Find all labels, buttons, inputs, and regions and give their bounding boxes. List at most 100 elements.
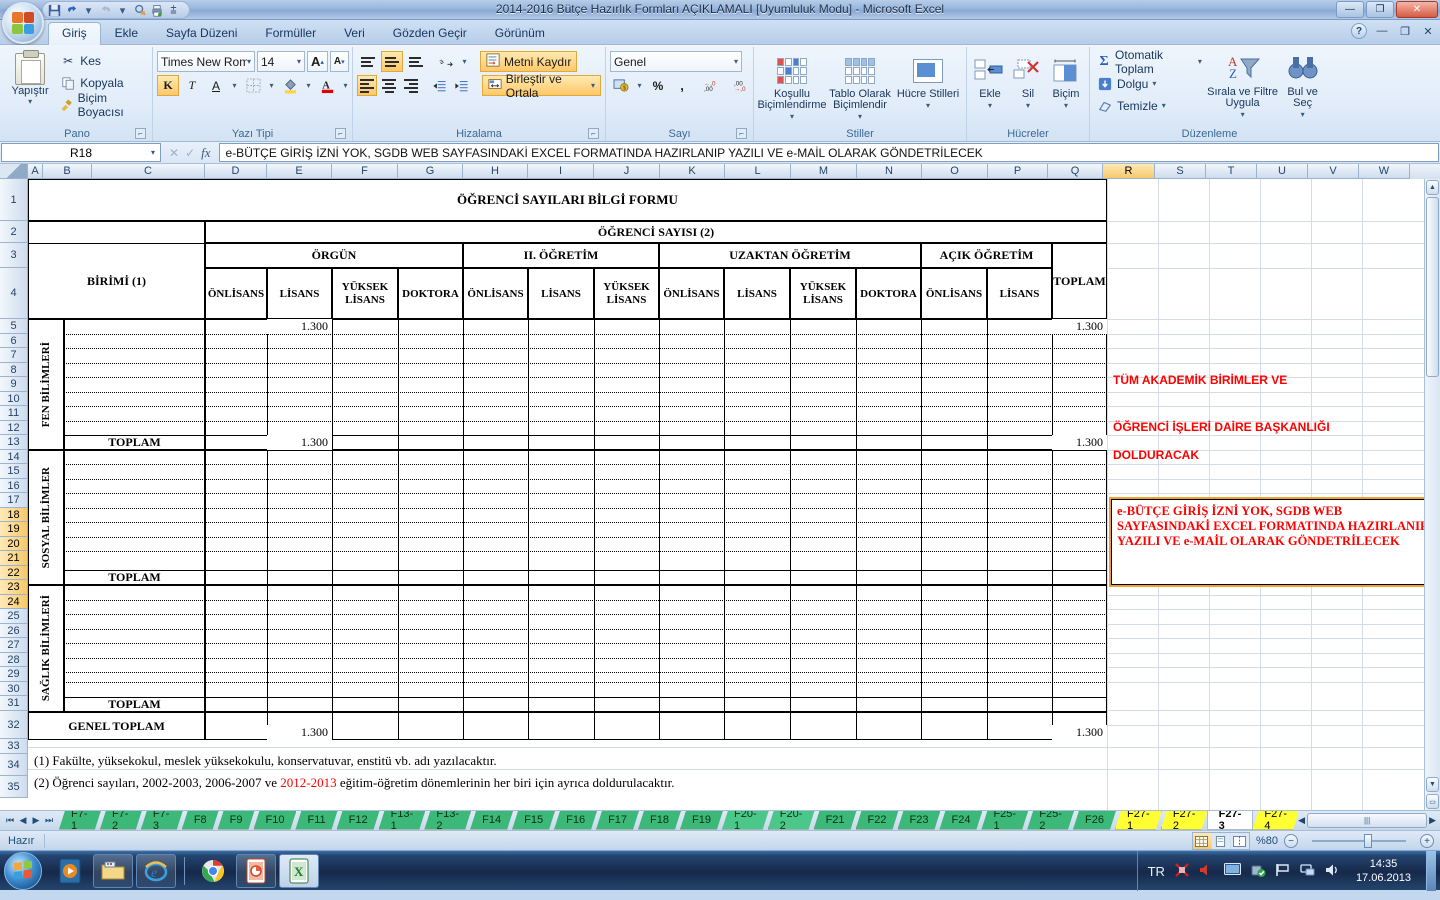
horizontal-scroll-thumb[interactable]: ||| bbox=[1307, 813, 1428, 828]
scroll-down-icon[interactable]: ▼ bbox=[1426, 777, 1439, 792]
page-break-preview-icon[interactable] bbox=[1230, 833, 1249, 849]
row-header-8[interactable]: 8 bbox=[0, 363, 28, 377]
sheet-tabs[interactable]: F7-1 F7-2 F7-3 F8 F9 F10 F11 F12 F13-1 F… bbox=[59, 810, 1298, 831]
vertical-scroll-thumb[interactable] bbox=[1426, 197, 1439, 377]
column-header-N[interactable]: N bbox=[857, 164, 922, 179]
close-button[interactable]: ✕ bbox=[1396, 1, 1438, 18]
excel-icon[interactable]: X bbox=[279, 853, 319, 888]
sheet-tab-f27-4[interactable]: F27-4 bbox=[1252, 811, 1298, 830]
column-header-R[interactable]: R bbox=[1103, 164, 1155, 179]
underline-chevron-down-icon[interactable]: ▾ bbox=[229, 75, 240, 96]
row-header-27[interactable]: 27 bbox=[0, 638, 28, 653]
ribbon-tabs[interactable]: Giriş Ekle Sayfa Düzeni Formüller Veri G… bbox=[48, 20, 559, 45]
security-icon[interactable] bbox=[1250, 862, 1266, 881]
sheet-tab-f27-1[interactable]: F27-1 bbox=[1115, 811, 1162, 830]
font-size-combo[interactable]: 14 ▾ bbox=[257, 51, 305, 72]
column-header-M[interactable]: M bbox=[791, 164, 857, 179]
column-header-G[interactable]: G bbox=[398, 164, 463, 179]
explorer-icon[interactable] bbox=[93, 853, 133, 888]
format-cells-button[interactable]: Biçim ▾ bbox=[1047, 53, 1085, 111]
row-header-19[interactable]: 19 bbox=[0, 522, 28, 537]
zoom-slider-handle[interactable] bbox=[1364, 834, 1372, 848]
column-header-K[interactable]: K bbox=[660, 164, 725, 179]
column-header-J[interactable]: J bbox=[594, 164, 660, 179]
merge-center-chevron-down-icon[interactable]: ▾ bbox=[591, 81, 595, 90]
row-header-9[interactable]: 9 bbox=[0, 377, 28, 392]
formula-input[interactable]: e-BÜTÇE GİRİŞ İZNİ YOK, SGDB WEB SAYFASI… bbox=[218, 143, 1439, 162]
font-name-combo[interactable]: Times New Rom ▾ bbox=[157, 51, 255, 72]
prev-sheet-icon[interactable]: ◀ bbox=[17, 815, 29, 826]
row-header-24[interactable]: 24 bbox=[0, 595, 28, 609]
insert-function-icon[interactable]: fx bbox=[201, 145, 210, 161]
page-layout-icon[interactable] bbox=[1211, 833, 1230, 849]
column-header-A[interactable]: A bbox=[28, 164, 43, 179]
row-header-25[interactable]: 25 bbox=[0, 609, 28, 624]
fill-color-icon[interactable] bbox=[279, 75, 301, 96]
sheet-tab-f19[interactable]: F19 bbox=[680, 811, 723, 830]
column-header-S[interactable]: S bbox=[1155, 164, 1206, 179]
sheet-tab-f13-1[interactable]: F13-1 bbox=[379, 811, 426, 830]
taskbar-quicklaunch[interactable]: e X bbox=[50, 853, 319, 888]
column-header-F[interactable]: F bbox=[332, 164, 398, 179]
align-bottom-button[interactable] bbox=[405, 51, 427, 72]
font-name-chevron-down-icon[interactable]: ▾ bbox=[247, 57, 251, 66]
row-header-5[interactable]: 5 bbox=[0, 319, 28, 334]
row-header-28[interactable]: 28 bbox=[0, 653, 28, 667]
delete-cells-chevron-down-icon[interactable]: ▾ bbox=[1026, 100, 1030, 111]
row-header-29[interactable]: 29 bbox=[0, 667, 28, 682]
fill-color-chevron-down-icon[interactable]: ▾ bbox=[303, 75, 314, 96]
next-sheet-icon[interactable]: ▶ bbox=[30, 815, 42, 826]
align-center-button[interactable] bbox=[379, 75, 399, 96]
sheet-tab-f26[interactable]: F26 bbox=[1073, 811, 1116, 830]
sheet-tab-f25-1[interactable]: F25-1 bbox=[981, 811, 1028, 830]
row-header-31[interactable]: 31 bbox=[0, 696, 28, 711]
borders-icon[interactable] bbox=[242, 75, 264, 96]
vertical-scrollbar[interactable]: ▲ ▼ ▭ bbox=[1424, 179, 1440, 810]
paste-button[interactable]: Yapıştır ▾ bbox=[6, 50, 54, 106]
insert-cells-button[interactable]: Ekle ▾ bbox=[971, 53, 1009, 111]
internet-explorer-icon[interactable]: e bbox=[136, 853, 176, 888]
column-header-E[interactable]: E bbox=[267, 164, 332, 179]
sheet-tab-f7-3[interactable]: F7-3 bbox=[141, 811, 183, 830]
accounting-format-icon[interactable]: $ bbox=[610, 75, 632, 96]
doc-minimize-icon[interactable]: — bbox=[1374, 23, 1390, 39]
sheet-canvas[interactable]: ÖĞRENCİ SAYILARI BİLGİ FORMU ÖĞRENCİ SAY… bbox=[28, 179, 1440, 810]
tab-veri[interactable]: Veri bbox=[330, 22, 379, 45]
conditional-formatting-chevron-down-icon[interactable]: ▾ bbox=[790, 111, 794, 122]
help-icon[interactable]: ? bbox=[1351, 23, 1367, 39]
cancel-formula-icon[interactable]: ✕ bbox=[169, 146, 179, 160]
column-header-V[interactable]: V bbox=[1308, 164, 1359, 179]
row-header-10[interactable]: 10 bbox=[0, 392, 28, 406]
start-orb-icon[interactable] bbox=[4, 851, 42, 890]
sheet-tab-f7-2[interactable]: F7-2 bbox=[100, 811, 142, 830]
sheet-tab-f16[interactable]: F16 bbox=[554, 811, 597, 830]
value-fen-total-toplam[interactable]: 1.300 bbox=[1052, 435, 1107, 450]
clipboard-dialog-launcher[interactable]: ⌐ bbox=[135, 128, 146, 139]
bold-button[interactable]: K bbox=[157, 75, 179, 96]
doc-restore-icon[interactable]: ❐ bbox=[1397, 23, 1413, 39]
zoom-in-button[interactable]: + bbox=[1420, 834, 1434, 848]
format-as-table-button[interactable]: Tablo Olarak Biçimlendir ▾ bbox=[828, 53, 892, 122]
normal-view-icon[interactable] bbox=[1192, 833, 1211, 849]
tab-formuller[interactable]: Formüller bbox=[251, 22, 330, 45]
alignment-dialog-launcher[interactable]: ⌐ bbox=[588, 128, 599, 139]
sheet-tab-f24[interactable]: F24 bbox=[939, 811, 982, 830]
format-as-table-chevron-down-icon[interactable]: ▾ bbox=[858, 111, 862, 122]
accept-formula-icon[interactable]: ✓ bbox=[185, 146, 195, 160]
value-fen-total-lisans[interactable]: 1.300 bbox=[267, 435, 332, 450]
value-fen-row5-lisans[interactable]: 1.300 bbox=[267, 319, 332, 334]
font-dialog-launcher[interactable]: ⌐ bbox=[335, 128, 346, 139]
system-tray[interactable]: TR 14:35 17.06.2013 bbox=[1136, 851, 1440, 891]
zoom-slider[interactable] bbox=[1304, 833, 1414, 849]
select-all-corner[interactable] bbox=[0, 164, 28, 179]
scroll-up-icon[interactable]: ▲ bbox=[1426, 180, 1439, 195]
row-header-16[interactable]: 16 bbox=[0, 479, 28, 493]
conditional-formatting-button[interactable]: Koşullu Biçimlendirme ▾ bbox=[757, 53, 827, 122]
row-header-34[interactable]: 34 bbox=[0, 754, 28, 776]
autosum-chevron-down-icon[interactable]: ▾ bbox=[1198, 57, 1202, 66]
sheet-tab-f14[interactable]: F14 bbox=[470, 811, 513, 830]
italic-button[interactable]: T bbox=[181, 75, 203, 96]
sheet-tab-f20-2[interactable]: F20-2 bbox=[768, 811, 815, 830]
hscroll-right-icon[interactable]: ▶ bbox=[1429, 815, 1436, 826]
row-header-20[interactable]: 20 bbox=[0, 537, 28, 551]
